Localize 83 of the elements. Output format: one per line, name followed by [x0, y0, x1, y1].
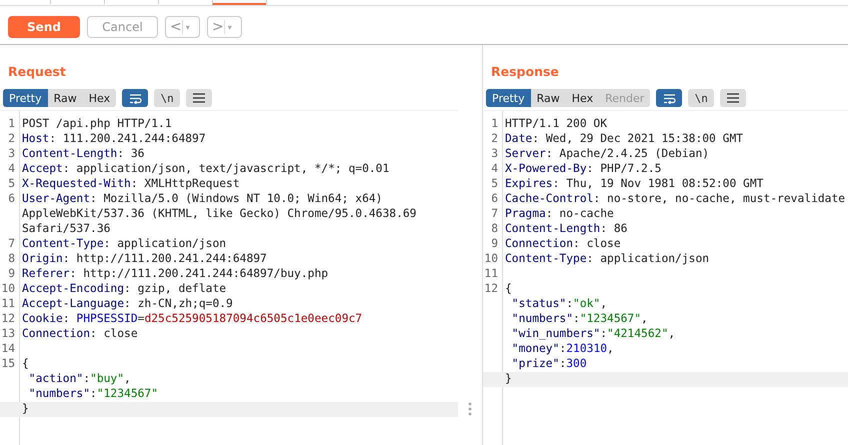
line-number: 11 — [483, 267, 498, 282]
line-number: 1 — [7, 117, 15, 132]
line-number: 4 — [7, 162, 15, 177]
code-line: Safari/537.36 — [22, 222, 110, 237]
line-number: 5 — [7, 177, 15, 192]
code-line: User-Agent: Mozilla/5.0 (Windows NT 10.0; Win64; x64) — [22, 192, 382, 207]
line-number: 6 — [490, 192, 498, 207]
line-number: 2 — [490, 132, 498, 147]
code-line: AppleWebKit/537.36 (KHTML, like Gecko) Chrome/95.0.4638.69 — [22, 207, 416, 222]
line-number: 3 — [490, 147, 498, 162]
wrap-icon — [128, 92, 142, 104]
code-line: Content-Type: application/json — [505, 252, 710, 267]
panel-title: Request — [7, 63, 67, 81]
code-line: Origin: http://111.200.241.244:64897 — [22, 252, 267, 267]
line-number: 10 — [0, 282, 15, 297]
code-line: "prize":300 — [510, 357, 587, 372]
wrap-lines-button[interactable] — [656, 89, 682, 107]
code-line: Accept-Language: zh-CN,zh;q=0.9 — [22, 297, 233, 312]
code-line: Cookie: PHPSESSID=d25c525905187094c6505c1e0eec09c7 — [22, 312, 362, 327]
menu-button[interactable] — [720, 89, 746, 107]
wrap-lines-button[interactable] — [122, 89, 148, 107]
cancel-button[interactable]: Cancel — [87, 16, 158, 38]
view-tab[interactable]: Pretty — [3, 89, 48, 107]
line-number: 15 — [0, 357, 15, 372]
line-number: 3 — [7, 147, 15, 162]
code-line: POST /api.php HTTP/1.1 — [22, 117, 172, 132]
code-line: { — [22, 357, 29, 372]
line-number: 8 — [490, 222, 498, 237]
code-line: Connection: close — [22, 327, 138, 342]
code-line: Accept-Encoding: gzip, deflate — [22, 282, 226, 297]
line-number: 12 — [0, 312, 15, 327]
back-button[interactable]: < — [166, 20, 183, 34]
line-number: 12 — [483, 282, 498, 297]
line-number: 13 — [0, 327, 15, 342]
code-line: X-Powered-By: PHP/7.2.5 — [505, 162, 662, 177]
code-line: Content-Length: 36 — [22, 147, 144, 162]
code-line: Pragma: no-cache — [505, 207, 614, 222]
code-line: Expires: Thu, 19 Nov 1981 08:52:00 GMT — [505, 177, 764, 192]
code-line: { — [505, 282, 512, 297]
line-number: 10 — [483, 252, 498, 267]
menu-icon — [727, 93, 740, 103]
line-number: 7 — [7, 237, 15, 252]
code-line: "money":210310, — [510, 342, 614, 357]
line-number: 9 — [490, 237, 498, 252]
view-tab[interactable]: Pretty — [486, 89, 531, 107]
line-number: 9 — [7, 267, 15, 282]
forward-button[interactable]: > — [208, 20, 225, 34]
code-line: Content-Length: 86 — [505, 222, 628, 237]
newline-toggle[interactable]: \n — [154, 89, 180, 107]
line-number: 2 — [7, 132, 15, 147]
code-line: HTTP/1.1 200 OK — [505, 117, 608, 132]
code-line: X-Requested-With: XMLHttpRequest — [22, 177, 240, 192]
line-number: 11 — [0, 297, 15, 312]
line-number: 5 — [490, 177, 498, 192]
menu-icon — [193, 93, 206, 103]
newline-toggle[interactable]: \n — [688, 89, 714, 107]
menu-button[interactable] — [186, 89, 212, 107]
code-line: } — [505, 372, 512, 387]
code-line: Host: 111.200.241.244:64897 — [22, 132, 206, 147]
line-number: 8 — [7, 252, 15, 267]
panel-title: Response — [490, 63, 560, 81]
send-button[interactable]: Send — [8, 16, 80, 38]
code-line: "numbers":"1234567" — [28, 387, 158, 402]
line-number: 4 — [490, 162, 498, 177]
tab[interactable] — [212, 0, 266, 5]
line-number: 7 — [490, 207, 498, 222]
code-line: "status":"ok", — [510, 297, 608, 312]
wrap-icon — [662, 92, 676, 104]
code-line: "win_numbers":"4214562", — [510, 327, 676, 342]
code-line: } — [22, 402, 29, 417]
code-line: Content-Type: application/json — [22, 237, 226, 252]
code-line: "action":"buy", — [28, 372, 131, 387]
code-line: Connection: close — [505, 237, 621, 252]
code-line: Cache-Control: no-store, no-cache, must-revalidate — [505, 192, 846, 207]
code-line: Accept: application/json, text/javascript, */*; q=0.01 — [22, 162, 390, 177]
line-number: 1 — [490, 117, 498, 132]
drag-handle-icon[interactable] — [468, 402, 472, 416]
code-line: Referer: http://111.200.241.244:64897/buy.php — [22, 267, 328, 282]
code-line: Date: Wed, 29 Dec 2021 15:38:00 GMT — [505, 132, 744, 147]
line-number: 6 — [7, 192, 15, 207]
code-line: "numbers":"1234567", — [510, 312, 648, 327]
code-line: Server: Apache/2.4.25 (Debian) — [505, 147, 710, 162]
line-number: 14 — [0, 342, 15, 357]
